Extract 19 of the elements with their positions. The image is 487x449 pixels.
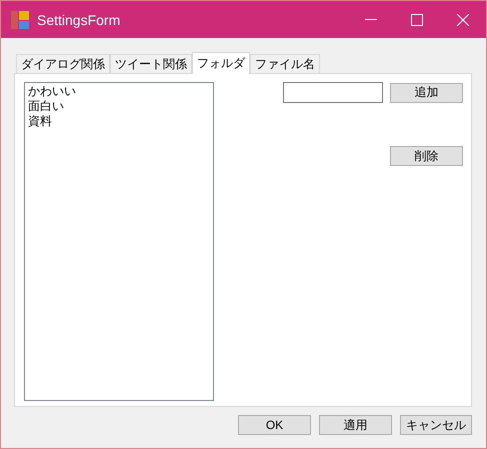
tab[interactable]: ツイート関係 (110, 54, 192, 73)
add-button[interactable]: 追加 (390, 82, 463, 102)
maximize-icon (411, 14, 423, 26)
app-icon (11, 10, 29, 28)
tab[interactable]: ファイル名 (250, 54, 320, 73)
tab[interactable]: フォルダ (192, 52, 250, 74)
dialog-button[interactable]: 適用 (319, 415, 392, 435)
list-item[interactable]: 資料 (28, 114, 210, 129)
list-item[interactable]: かわいい (28, 84, 210, 99)
close-icon (457, 14, 469, 26)
folder-name-field[interactable] (283, 82, 383, 103)
tab[interactable]: ダイアログ関係 (16, 54, 110, 73)
dialog-button[interactable]: キャンセル (400, 415, 472, 435)
list-item[interactable]: 面白い (28, 99, 210, 114)
minimize-icon (365, 19, 377, 20)
dialog-button[interactable]: OK (238, 415, 311, 435)
delete-button[interactable]: 削除 (390, 146, 463, 166)
window-title: SettingsForm (37, 12, 122, 28)
folder-list[interactable]: かわいい 面白い 資料 (24, 82, 214, 401)
